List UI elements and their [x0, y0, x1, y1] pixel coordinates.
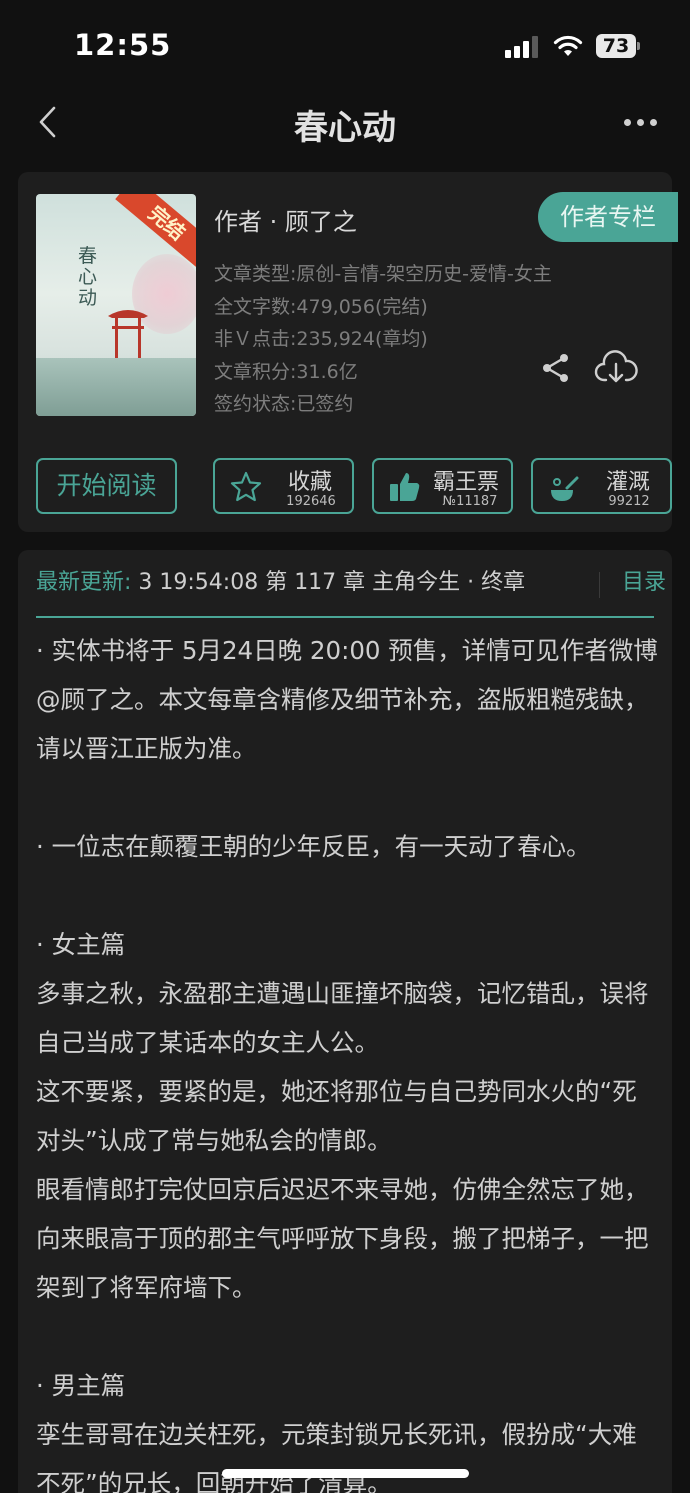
water-label: 灌溉	[605, 470, 650, 495]
latest-update-text: 3 19:54:08 第 117 章 主角今生 · 终章	[138, 570, 526, 595]
description-paragraph	[36, 871, 660, 920]
ticket-button[interactable]: 霸王票 №11187	[372, 458, 513, 514]
description-paragraph: · 实体书将于 5月24日晚 20:00 预售，详情可见作者微博 @顾了之。本文…	[36, 636, 658, 763]
wifi-icon	[553, 35, 583, 56]
favorite-label: 收藏	[287, 470, 332, 495]
more-options-icon[interactable]	[620, 110, 660, 134]
meta-type: 文章类型:原创-言情-架空历史-爱情-女主	[214, 263, 552, 285]
book-meta: 文章类型:原创-言情-架空历史-爱情-女主 全文字数:479,056(完结) 非…	[214, 258, 552, 421]
cellular-signal-icon	[505, 36, 539, 58]
author-name[interactable]: 作者 · 顾了之	[214, 202, 357, 237]
meta-word-count: 全文字数:479,056(完结)	[214, 295, 428, 318]
meta-clicks: 非Ｖ点击:235,924(章均)	[214, 328, 428, 350]
description-paragraph: · 女主篇	[36, 930, 126, 959]
divider	[599, 572, 600, 598]
status-bar: 12:55 73	[0, 0, 690, 92]
battery-icon: 73	[596, 34, 640, 58]
description-card: 最新更新: 3 19:54:08 第 117 章 主角今生 · 终章 目录 · …	[18, 550, 672, 1493]
water-button[interactable]: 灌溉 99212	[531, 458, 672, 514]
description-paragraph: · 一位志在颠覆王朝的少年反臣，有一天动了春心。	[36, 832, 591, 861]
favorite-button[interactable]: 收藏 192646	[213, 458, 354, 514]
download-icon[interactable]	[594, 350, 638, 386]
description-paragraph: 这不要紧，要紧的是，她还将那位与自己势同水火的“死对头”认成了常与她私会的情郎。	[36, 1077, 637, 1155]
ticket-count: №11187	[442, 494, 498, 509]
book-description: · 实体书将于 5月24日晚 20:00 预售，详情可见作者微博 @顾了之。本文…	[36, 626, 660, 1493]
description-paragraph	[36, 1312, 660, 1361]
cover-title: 春心动	[78, 245, 98, 309]
author-column-button[interactable]: 作者专栏	[538, 192, 678, 242]
action-buttons: 开始阅读 收藏 192646 霸王票 №11187 灌溉 99212	[36, 458, 672, 514]
start-reading-button[interactable]: 开始阅读	[36, 458, 177, 514]
page-title: 春心动	[294, 108, 396, 148]
watering-icon	[551, 476, 579, 501]
description-paragraph: 眼看情郎打完仗回京后迟迟不来寻她，仿佛全然忘了她，向来眼高于顶的郡主气呼呼放下身…	[36, 1175, 649, 1302]
ticket-label: 霸王票	[432, 470, 499, 495]
back-icon[interactable]	[30, 100, 70, 144]
star-icon	[230, 471, 262, 502]
latest-update-label: 最新更新:	[36, 570, 139, 595]
battery-percent: 73	[602, 35, 630, 57]
divider-line	[36, 616, 654, 618]
share-icon[interactable]	[540, 352, 572, 384]
table-of-contents-button[interactable]: 目录	[622, 566, 666, 600]
description-paragraph	[36, 773, 660, 822]
book-cover[interactable]: 春心动 完结	[36, 194, 196, 416]
pavilion-illustration	[108, 310, 148, 358]
description-paragraph: · 男主篇	[36, 1371, 126, 1400]
description-paragraph: 多事之秋，永盈郡主遭遇山匪撞坏脑袋，记忆错乱，误将自己当成了某话本的女主人公。	[36, 979, 649, 1057]
meta-contract: 签约状态:已签约	[214, 393, 354, 415]
thumbs-up-icon	[390, 473, 420, 501]
latest-update-row[interactable]: 最新更新: 3 19:54:08 第 117 章 主角今生 · 终章 目录	[36, 566, 666, 606]
water-count: 99212	[608, 494, 650, 509]
favorite-count: 192646	[286, 494, 336, 509]
description-paragraph: 孪生哥哥在边关枉死，元策封锁兄长死讯，假扮成“大难不死”的兄长，回朝开始了清算。	[36, 1420, 637, 1493]
book-info-card: 春心动 完结 作者 · 顾了之 作者专栏 文章类型:原创-言情-架空历史-爱情-…	[18, 172, 678, 532]
status-time: 12:55	[74, 28, 172, 62]
meta-score: 文章积分:31.6亿	[214, 360, 358, 383]
home-indicator[interactable]	[222, 1469, 469, 1478]
